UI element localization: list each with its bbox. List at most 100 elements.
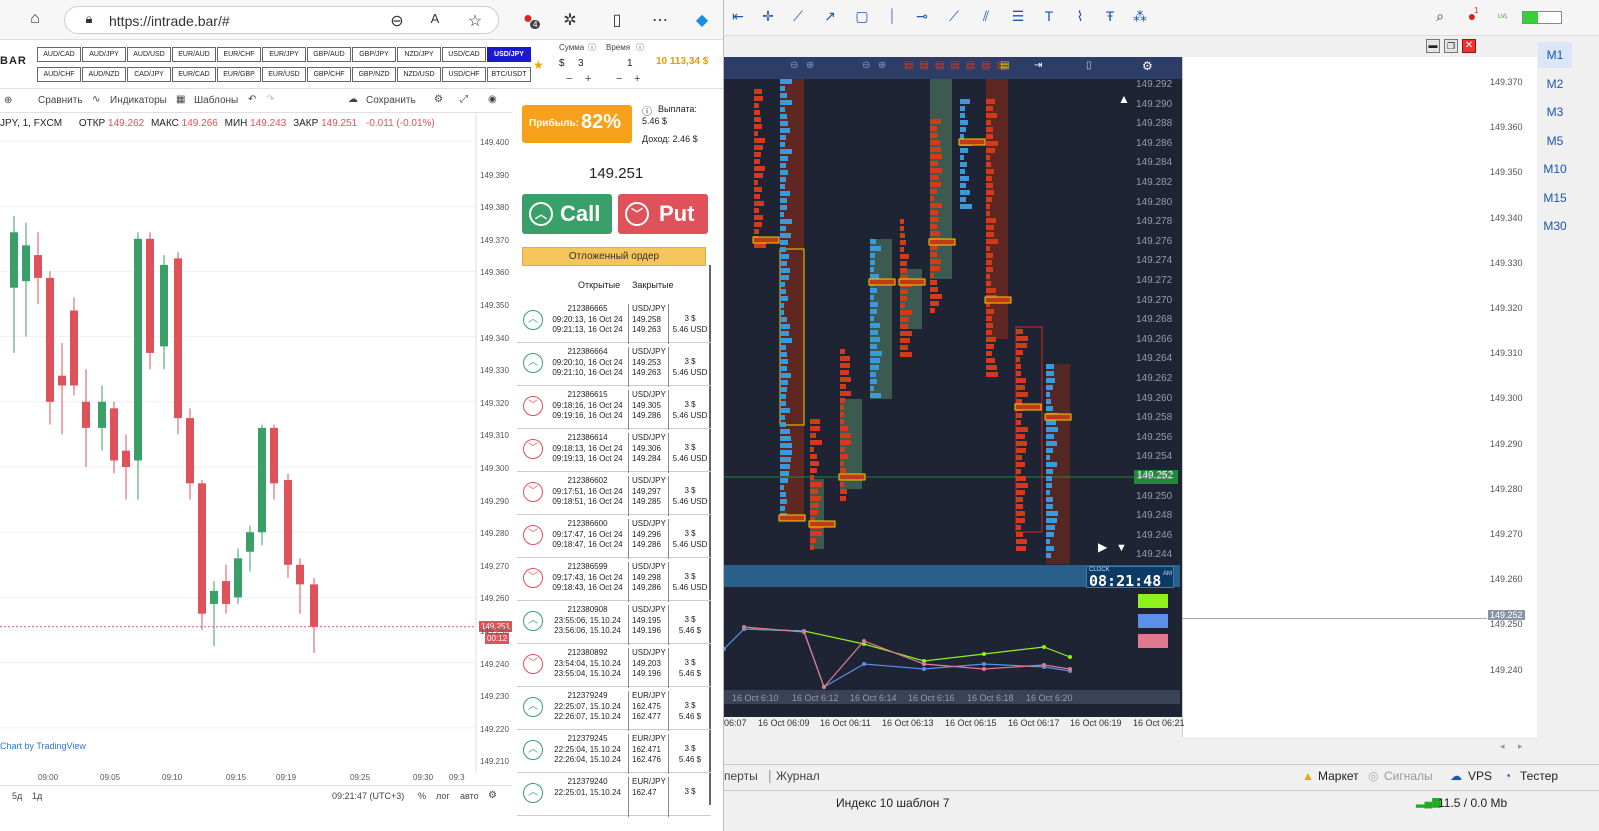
- zoom-in-icon[interactable]: ⊕: [806, 60, 814, 71]
- pair-button[interactable]: EUR/AUD: [172, 47, 216, 62]
- pair-button[interactable]: AUD/USD: [127, 47, 171, 62]
- zoom-icon[interactable]: ⊖: [387, 11, 407, 31]
- market-icon[interactable]: ▲: [1302, 769, 1314, 783]
- cloud-icon[interactable]: ☁: [348, 94, 358, 105]
- tradingview-credit[interactable]: Chart by TradingView: [0, 741, 86, 751]
- footprint-mode-icons[interactable]: ▤▤▤▤▤▤▤: [904, 60, 1012, 71]
- redo-icon[interactable]: ↷: [266, 94, 274, 105]
- text-icon[interactable]: T: [1039, 8, 1059, 24]
- lock-icon[interactable]: 🔒︎: [79, 11, 99, 27]
- pair-button[interactable]: GBP/CHF: [307, 67, 351, 82]
- tab-open-trades[interactable]: Открытые: [578, 280, 620, 290]
- pair-button[interactable]: AUD/CHF: [37, 67, 81, 82]
- auto-toggle[interactable]: авто: [460, 791, 479, 801]
- signals-button[interactable]: Сигналы: [1384, 769, 1433, 783]
- close-button[interactable]: ✕: [1462, 39, 1476, 53]
- favorite-star-icon[interactable]: ★: [533, 58, 544, 72]
- vps-icon[interactable]: ☁: [1450, 769, 1462, 783]
- market-button[interactable]: Маркет: [1318, 769, 1359, 783]
- timeframe-button[interactable]: M3: [1538, 99, 1572, 125]
- pair-button[interactable]: USD/CAD: [442, 47, 486, 62]
- tab-journal[interactable]: Журнал: [776, 769, 820, 783]
- pair-button[interactable]: NZD/USD: [397, 67, 441, 82]
- trade-row[interactable]: ﹀ 212380892 23:54:04, 15.10.24 23:55:04, 15…: [517, 644, 711, 688]
- range-1d-button[interactable]: 1д: [32, 791, 42, 801]
- restore-button[interactable]: ❐: [1444, 39, 1458, 53]
- trade-row[interactable]: ︿ 212379240 22:25:01, 15.10.24 EUR/JPY 162.4…: [517, 773, 711, 817]
- vps-button[interactable]: VPS: [1468, 769, 1492, 783]
- range-5d-button[interactable]: 5д: [12, 791, 22, 801]
- trade-row[interactable]: ︿ 212386664 09:20:10, 16 Oct 24 09:21:10, 1…: [517, 343, 711, 387]
- pair-button[interactable]: EUR/GBP: [217, 67, 261, 82]
- favorite-star-icon[interactable]: ☆: [465, 11, 485, 31]
- read-aloud-icon[interactable]: A: [425, 11, 445, 26]
- mouse-icon[interactable]: ▯: [1086, 60, 1092, 71]
- pair-button[interactable]: AUD/NZD: [82, 67, 126, 82]
- log-toggle[interactable]: лог: [436, 791, 450, 801]
- trade-row[interactable]: ︿ 212380908 23:55:06, 15.10.24 23:56:06, 15…: [517, 601, 711, 645]
- scroll-right-icon[interactable]: ▸: [1518, 741, 1523, 752]
- fibonacci-icon[interactable]: ☰: [1008, 8, 1028, 25]
- compare-button[interactable]: Сравнить: [38, 95, 83, 106]
- highlight-mode-icon[interactable]: ▤: [1000, 60, 1009, 71]
- pair-button[interactable]: EUR/CHF: [217, 47, 261, 62]
- time-increase-button[interactable]: +: [634, 73, 640, 85]
- arrow-right-icon[interactable]: ⇥: [1034, 60, 1042, 71]
- time-input[interactable]: 1: [627, 58, 633, 69]
- pending-order-button[interactable]: Отложенный ордер: [522, 247, 706, 266]
- copilot-icon[interactable]: ◆: [692, 10, 712, 30]
- zoom-out-icon[interactable]: ⊖: [790, 60, 798, 71]
- amount-increase-button[interactable]: +: [585, 73, 591, 85]
- horizontal-line-icon[interactable]: ⊸: [912, 8, 932, 25]
- trade-row[interactable]: ︿ 212386665 09:20:13, 16 Oct 24 09:21:13, 1…: [517, 300, 711, 344]
- pair-button[interactable]: AUD/CAD: [37, 47, 81, 62]
- save-button[interactable]: Сохранить: [366, 95, 416, 106]
- trade-row[interactable]: ﹀ 212386614 09:18:13, 16 Oct 24 09:19:13, 1…: [517, 429, 711, 473]
- zoom-in-icon[interactable]: ⊕: [878, 60, 886, 71]
- timeframe-button[interactable]: M5: [1538, 128, 1572, 154]
- scroll-left-icon[interactable]: ◂: [1500, 741, 1505, 752]
- address-bar[interactable]: 🔒︎ https://intrade.bar/# ⊖ A ☆: [64, 6, 499, 34]
- crosshair-icon[interactable]: ✛: [758, 8, 778, 25]
- tester-icon[interactable]: ◔: [1504, 769, 1511, 783]
- pair-button[interactable]: GBP/JPY: [352, 47, 396, 62]
- settings-gear-icon[interactable]: ⚙: [488, 790, 497, 801]
- indicator-icon[interactable]: ⌇: [1070, 8, 1090, 25]
- ray-icon[interactable]: ↗: [820, 8, 840, 25]
- pair-button[interactable]: GBP/NZD: [352, 67, 396, 82]
- pair-button[interactable]: AUD/JPY: [82, 47, 126, 62]
- pair-button[interactable]: EUR/USD: [262, 67, 306, 82]
- trade-row[interactable]: ﹀ 212386615 09:18:16, 16 Oct 24 09:19:16, 1…: [517, 386, 711, 430]
- pair-button[interactable]: GBP/AUD: [307, 47, 351, 62]
- trade-row[interactable]: ︿ 212379249 22:25:07, 15.10.24 22:26:07, 15…: [517, 687, 711, 731]
- timeframe-button[interactable]: M2: [1538, 71, 1572, 97]
- time-decrease-button[interactable]: −: [616, 73, 622, 85]
- compare-icon[interactable]: ⊕: [4, 95, 12, 106]
- trade-row[interactable]: ﹀ 212386599 09:17:43, 16 Oct 24 09:18:43, 1…: [517, 558, 711, 602]
- pair-button[interactable]: BTC/USDT: [487, 67, 531, 82]
- trade-row[interactable]: ︿ 212379245 22:25:04, 15.10.24 22:26:04, 15…: [517, 730, 711, 774]
- indicators-button[interactable]: Индикаторы: [110, 95, 167, 106]
- rectangle-icon[interactable]: ▢: [852, 8, 872, 25]
- fullscreen-icon[interactable]: ⤢: [460, 94, 468, 105]
- cursor-icon[interactable]: ⇤: [728, 8, 748, 25]
- mt-price-chart[interactable]: [1182, 57, 1537, 737]
- info-icon[interactable]: ⓘ: [636, 42, 644, 53]
- call-button[interactable]: ︿ Call: [522, 194, 612, 234]
- tester-button[interactable]: Тестер: [1520, 769, 1558, 783]
- minimize-button[interactable]: ▬: [1426, 39, 1440, 53]
- signals-icon[interactable]: ◎: [1368, 769, 1378, 783]
- settings-gear-icon[interactable]: ⚙: [434, 94, 443, 105]
- shapes-menu-icon[interactable]: ⁂: [1130, 8, 1150, 25]
- put-button[interactable]: ﹀ Put: [618, 194, 708, 234]
- pair-button[interactable]: CAD/JPY: [127, 67, 171, 82]
- zoom-out-icon[interactable]: ⊖: [862, 60, 870, 71]
- settings-gear-icon[interactable]: ⚙: [1142, 59, 1153, 73]
- pair-button[interactable]: USD/CHF: [442, 67, 486, 82]
- camera-icon[interactable]: ◉: [488, 94, 497, 105]
- home-icon[interactable]: ⌂: [25, 10, 45, 28]
- pair-button[interactable]: NZD/JPY: [397, 47, 441, 62]
- pair-button[interactable]: EUR/JPY: [262, 47, 306, 62]
- line-icon[interactable]: ⟋: [944, 8, 964, 25]
- trendline-icon[interactable]: ⟋: [788, 8, 808, 25]
